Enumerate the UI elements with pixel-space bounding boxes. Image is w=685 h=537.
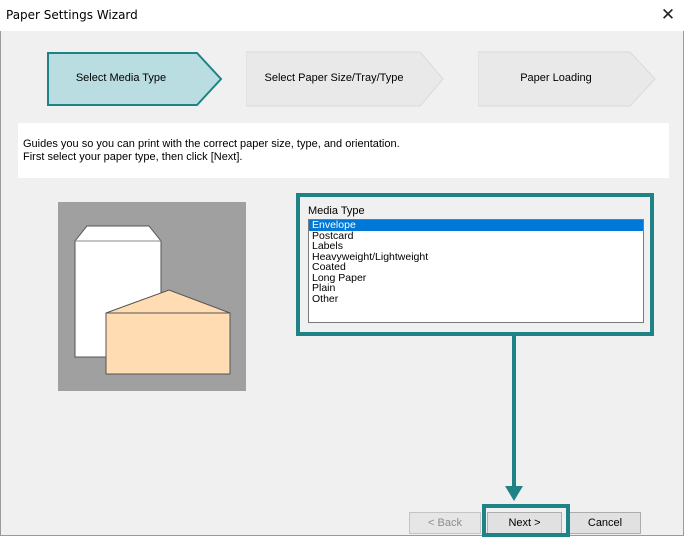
- step-select-media-type: Select Media Type: [47, 51, 223, 107]
- step-label: Paper Loading: [520, 72, 592, 84]
- list-item-other[interactable]: Other: [309, 293, 643, 305]
- media-type-highlight-box: Media Type Envelope Postcard Labels Heav…: [296, 193, 654, 336]
- next-button-highlight: [482, 504, 570, 537]
- title-bar: Paper Settings Wizard ✕: [0, 0, 685, 31]
- window-title: Paper Settings Wizard: [6, 8, 138, 22]
- close-icon[interactable]: ✕: [655, 4, 681, 26]
- wizard-steps: Select Media Type Select Paper Size/Tray…: [1, 31, 683, 119]
- back-button[interactable]: < Back: [409, 512, 481, 534]
- description-line-1: Guides you so you can print with the cor…: [23, 138, 400, 150]
- description-panel: Guides you so you can print with the cor…: [18, 123, 669, 178]
- list-item-plain[interactable]: Plain: [309, 283, 643, 294]
- list-item-heavyweight[interactable]: Heavyweight/Lightweight: [309, 251, 643, 263]
- list-item-envelope[interactable]: Envelope: [309, 220, 643, 231]
- step-label: Select Media Type: [75, 72, 167, 84]
- list-item-labels[interactable]: Labels: [309, 241, 643, 252]
- envelope-illustration-icon: [74, 225, 231, 375]
- step-paper-loading: Paper Loading: [478, 51, 658, 107]
- list-item-postcard[interactable]: Postcard: [309, 230, 643, 242]
- envelope-over-paper-illustration: [58, 202, 246, 391]
- step-select-paper-size: Select Paper Size/Tray/Type: [246, 51, 446, 107]
- media-type-listbox[interactable]: Envelope Postcard Labels Heavyweight/Lig…: [308, 219, 644, 323]
- step-label: Select Paper Size/Tray/Type: [264, 72, 404, 84]
- media-type-label: Media Type: [308, 205, 365, 217]
- description-line-2: First select your paper type, then click…: [23, 151, 243, 163]
- list-item-coated[interactable]: Coated: [309, 262, 643, 273]
- list-item-long-paper[interactable]: Long Paper: [309, 272, 643, 284]
- cancel-button[interactable]: Cancel: [569, 512, 641, 534]
